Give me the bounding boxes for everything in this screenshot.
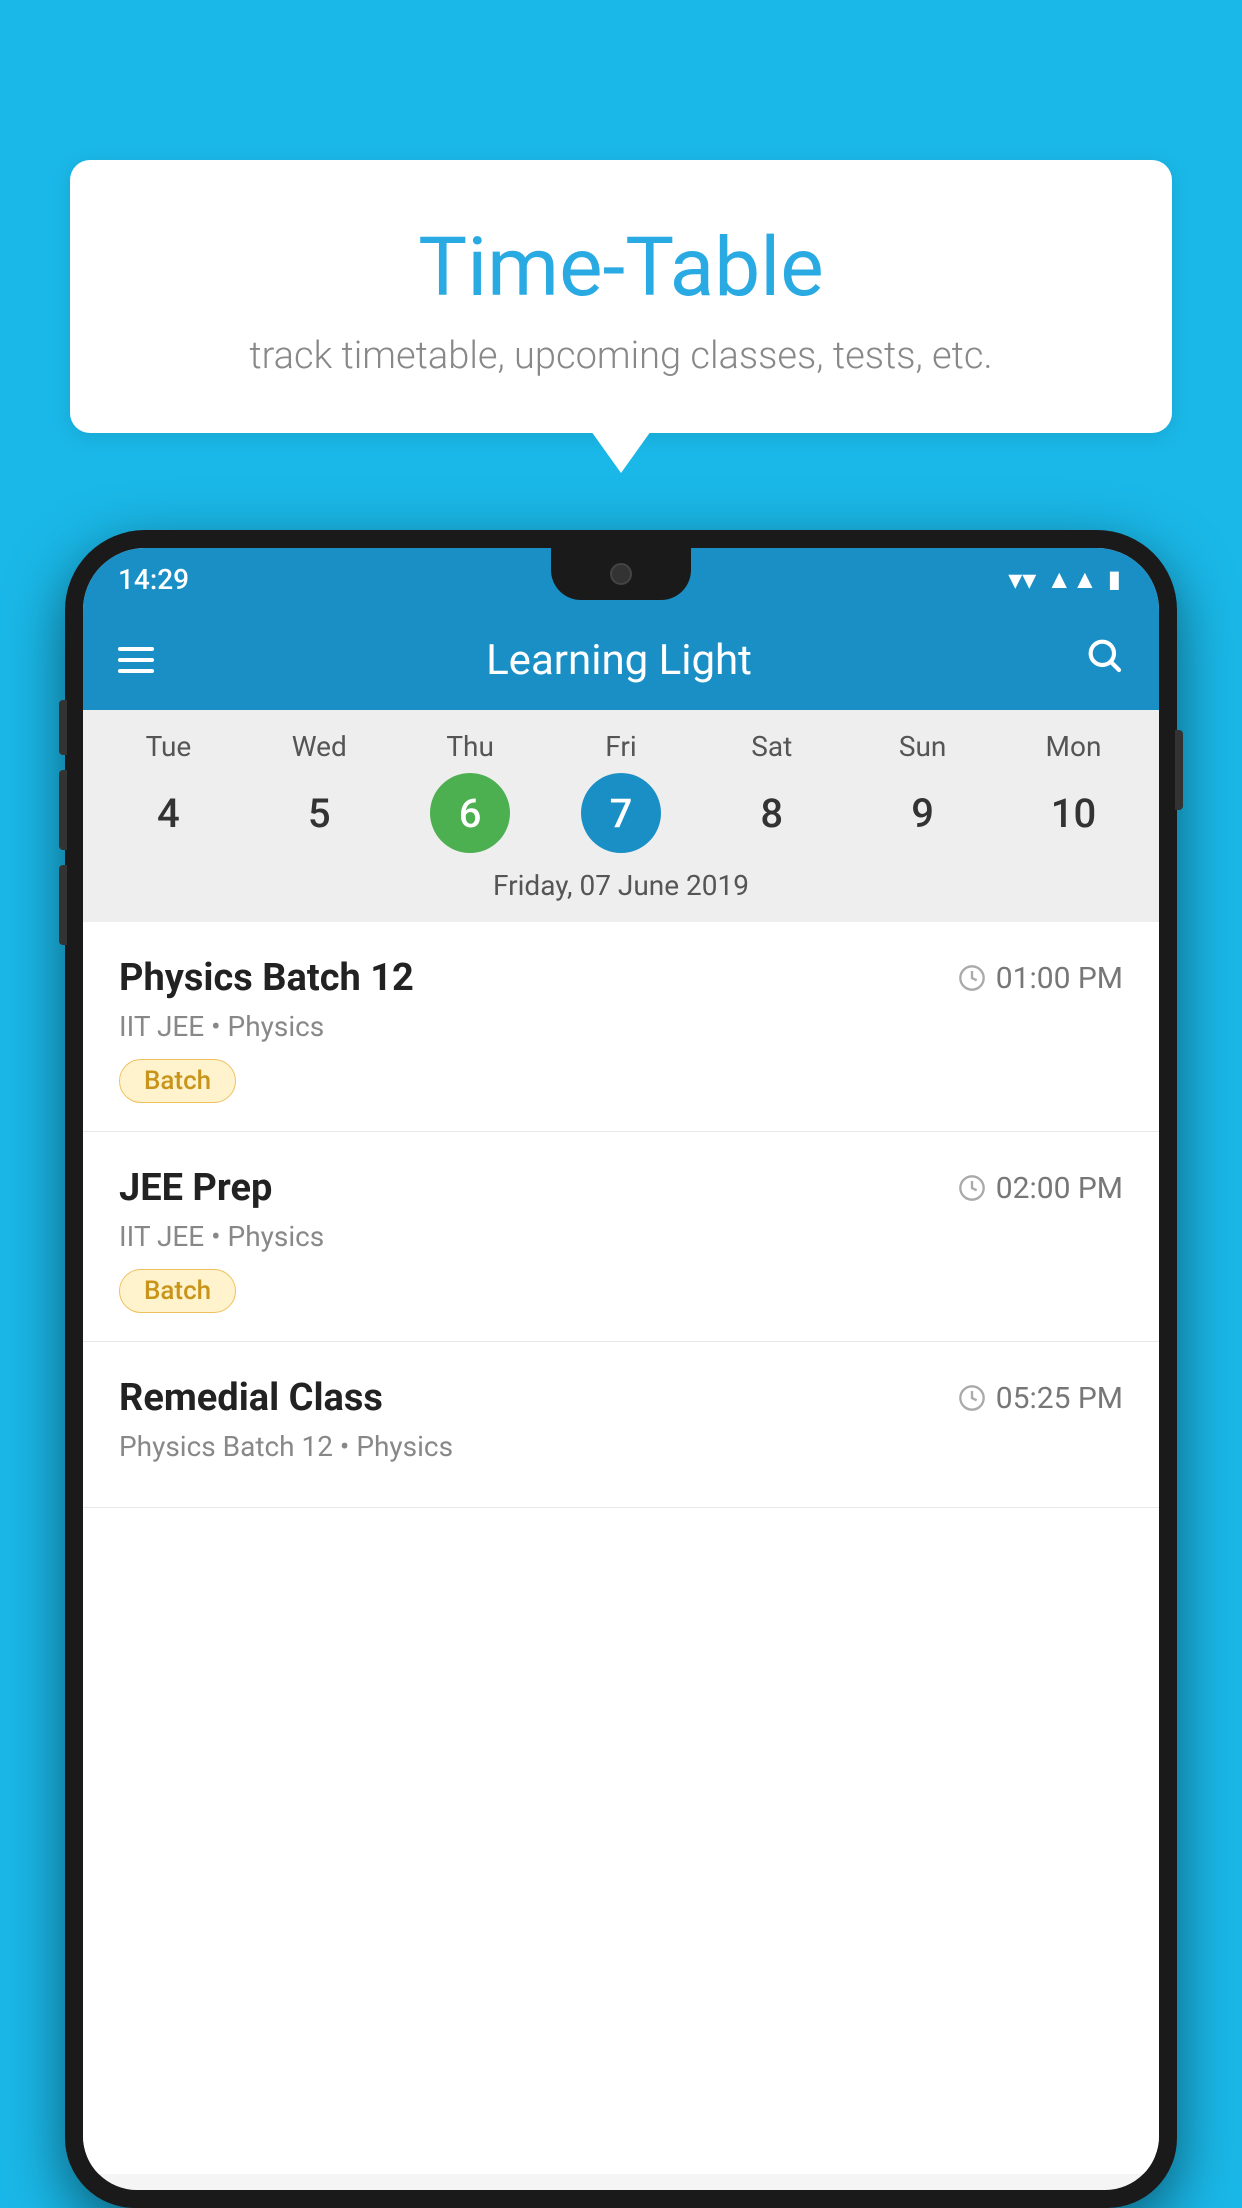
schedule-time-3: 05:25 PM	[958, 1381, 1123, 1416]
phone-notch	[551, 548, 691, 600]
hamburger-line-3	[118, 669, 154, 673]
schedule-meta-2: IIT JEE • Physics	[119, 1220, 1123, 1253]
phone-container: 14:29 ▾▾ ▲▲ ▮ Learning Light	[65, 530, 1177, 2208]
status-icons: ▾▾ ▲▲ ▮	[1008, 563, 1121, 596]
volume-down-button	[59, 770, 67, 850]
day-header-sun: Sun	[883, 730, 963, 763]
schedule-time-2: 02:00 PM	[958, 1171, 1123, 1206]
day-headers: Tue Wed Thu Fri Sat Sun Mon	[83, 730, 1159, 763]
schedule-item-physics-batch-12[interactable]: Physics Batch 12 01:00 PM IIT JEE • Phys…	[83, 922, 1159, 1132]
schedule-title-2: JEE Prep	[119, 1166, 272, 1210]
selected-date-label: Friday, 07 June 2019	[83, 853, 1159, 922]
schedule-item-header-1: Physics Batch 12 01:00 PM	[119, 956, 1123, 1000]
signal-icon: ▲▲	[1046, 564, 1097, 595]
volume-up-button	[59, 700, 67, 755]
clock-icon-3	[958, 1384, 986, 1412]
batch-badge-1: Batch	[119, 1059, 236, 1103]
search-icon[interactable]	[1084, 635, 1124, 685]
time-label-1: 01:00 PM	[996, 961, 1123, 996]
battery-icon: ▮	[1108, 565, 1121, 593]
day-header-fri: Fri	[581, 730, 661, 763]
clock-icon-1	[958, 964, 986, 992]
day-5[interactable]: 5	[279, 773, 359, 853]
day-header-sat: Sat	[732, 730, 812, 763]
day-numbers: 4 5 6 7 8 9 10	[83, 763, 1159, 853]
schedule-item-remedial-class[interactable]: Remedial Class 05:25 PM Physics Batch 12…	[83, 1342, 1159, 1508]
hamburger-line-1	[118, 647, 154, 651]
app-title: Learning Light	[184, 636, 1054, 685]
hamburger-menu-icon[interactable]	[118, 647, 154, 673]
app-bar: Learning Light	[83, 610, 1159, 710]
wifi-icon: ▾▾	[1008, 563, 1036, 596]
time-label-2: 02:00 PM	[996, 1171, 1123, 1206]
day-6-today[interactable]: 6	[430, 773, 510, 853]
schedule-title-3: Remedial Class	[119, 1376, 383, 1420]
day-header-thu: Thu	[430, 730, 510, 763]
phone-frame: 14:29 ▾▾ ▲▲ ▮ Learning Light	[65, 530, 1177, 2208]
time-label-3: 05:25 PM	[996, 1381, 1123, 1416]
bubble-title: Time-Table	[120, 220, 1122, 316]
bubble-subtitle: track timetable, upcoming classes, tests…	[120, 334, 1122, 378]
speech-bubble: Time-Table track timetable, upcoming cla…	[70, 160, 1172, 433]
schedule-title-1: Physics Batch 12	[119, 956, 414, 1000]
schedule-meta-3: Physics Batch 12 • Physics	[119, 1430, 1123, 1463]
day-header-mon: Mon	[1033, 730, 1113, 763]
schedule-item-jee-prep[interactable]: JEE Prep 02:00 PM IIT JEE • Physics Batc…	[83, 1132, 1159, 1342]
day-9[interactable]: 9	[883, 773, 963, 853]
day-10[interactable]: 10	[1033, 773, 1113, 853]
power-button	[1175, 730, 1183, 810]
schedule-item-header-2: JEE Prep 02:00 PM	[119, 1166, 1123, 1210]
status-time: 14:29	[118, 563, 189, 596]
day-4[interactable]: 4	[128, 773, 208, 853]
schedule-list[interactable]: Physics Batch 12 01:00 PM IIT JEE • Phys…	[83, 922, 1159, 2174]
batch-badge-2: Batch	[119, 1269, 236, 1313]
schedule-meta-1: IIT JEE • Physics	[119, 1010, 1123, 1043]
speech-bubble-container: Time-Table track timetable, upcoming cla…	[70, 160, 1172, 433]
schedule-time-1: 01:00 PM	[958, 961, 1123, 996]
silent-button	[59, 865, 67, 945]
clock-icon-2	[958, 1174, 986, 1202]
day-header-tue: Tue	[128, 730, 208, 763]
calendar-strip: Tue Wed Thu Fri Sat Sun Mon 4 5 6 7 8 9 …	[83, 710, 1159, 922]
day-7-selected[interactable]: 7	[581, 773, 661, 853]
day-8[interactable]: 8	[732, 773, 812, 853]
hamburger-line-2	[118, 658, 154, 662]
day-header-wed: Wed	[279, 730, 359, 763]
schedule-item-header-3: Remedial Class 05:25 PM	[119, 1376, 1123, 1420]
front-camera	[610, 563, 632, 585]
phone-screen: 14:29 ▾▾ ▲▲ ▮ Learning Light	[83, 548, 1159, 2190]
